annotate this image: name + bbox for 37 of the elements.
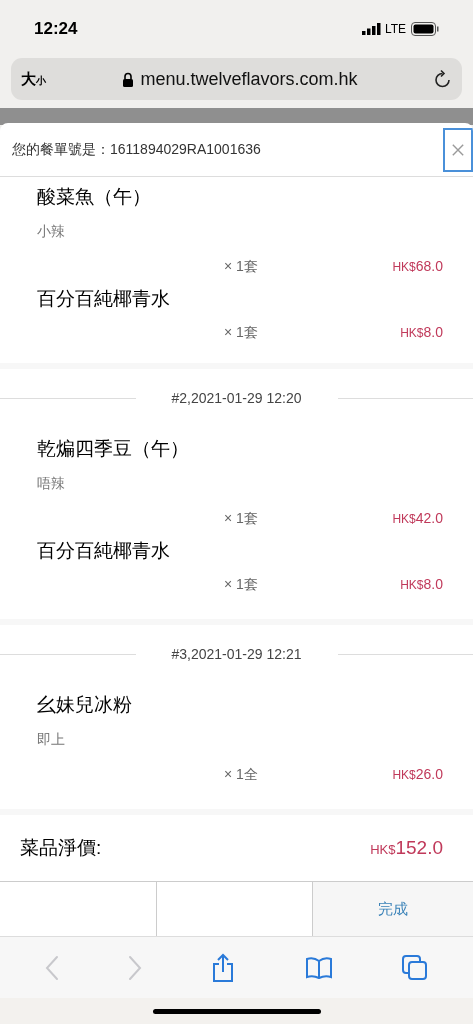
share-icon[interactable] [211,952,236,983]
done-button[interactable]: 完成 [313,882,473,936]
tabs-icon[interactable] [402,954,429,981]
dish-note: 小辣 [37,221,65,241]
total-price: HK$152.0 [370,835,444,860]
total-label: 菜品淨價: [20,835,102,860]
url-text: menu.twelveflavors.com.hk [140,67,358,91]
signal-icon [361,23,382,35]
dish-price: HK$26.0 [392,764,444,784]
status-time: 12:24 [34,18,78,41]
order-header: #3,2021-01-29 12:21 [170,644,303,664]
dish-name: 酸菜魚（午） [37,184,151,209]
dish-name: 百分百純椰青水 [37,286,170,311]
dish-note: 即上 [37,729,65,749]
dish-price: HK$42.0 [392,508,444,528]
reload-icon[interactable] [434,69,452,89]
battery-icon [411,22,439,36]
text-size-button[interactable]: 大小 [21,67,46,91]
lock-icon [122,71,135,87]
order-number: 您的餐單號是：1611894029RA1001636 [12,140,261,159]
dish-quantity: × 1全 [224,764,258,784]
dish-quantity: × 1套 [224,574,258,594]
dish-quantity: × 1套 [224,508,258,528]
dish-name: 百分百純椰青水 [37,538,170,563]
dish-note: 唔辣 [37,473,65,493]
dish-price: HK$8.0 [400,574,444,594]
dish-price: HK$8.0 [400,322,444,342]
address-bar[interactable]: 大小 menu.twelveflavors.com.hk [11,58,462,100]
close-icon[interactable] [443,127,473,172]
dish-price: HK$68.0 [392,256,444,276]
dish-quantity: × 1套 [224,256,258,276]
book-icon[interactable] [304,955,333,980]
dish-name: 乾煸四季豆（午） [37,436,189,461]
order-header: #2,2021-01-29 12:20 [170,388,303,408]
dish-name: 幺妹兒冰粉 [37,692,132,717]
network-type: LTE [384,21,406,38]
dish-quantity: × 1套 [224,322,258,342]
